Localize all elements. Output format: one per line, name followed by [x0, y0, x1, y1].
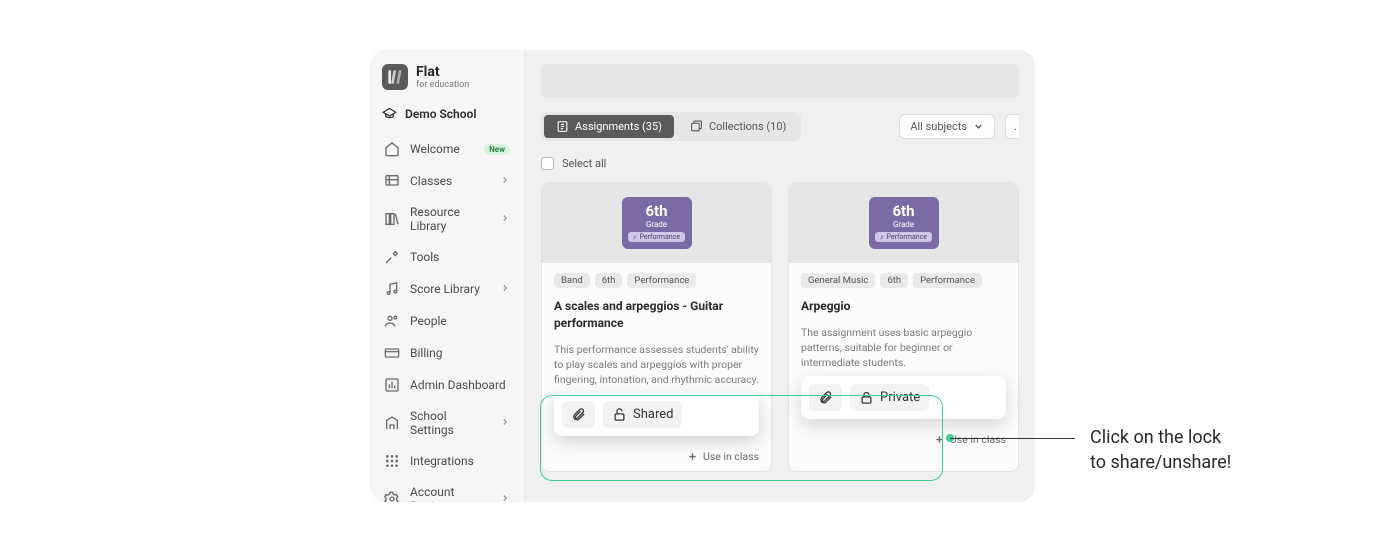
share-toggle[interactable]: Shared: [603, 401, 682, 428]
paperclip-icon: [818, 390, 833, 405]
card-actions: Shared: [554, 393, 759, 436]
chevron-right-icon: [500, 282, 510, 296]
billing-icon: [384, 345, 400, 361]
people-icon: [384, 313, 400, 329]
use-in-class-link[interactable]: Use in class: [950, 433, 1006, 446]
annotation-text: Click on the lock to share/unshare!: [1090, 425, 1231, 475]
card-actions: Private: [801, 376, 1006, 419]
school-switcher[interactable]: Demo School: [378, 100, 516, 133]
sidebar-item-resource-library[interactable]: Resource Library: [378, 197, 516, 241]
dashboard-icon: [384, 377, 400, 393]
select-all-checkbox[interactable]: [541, 157, 554, 170]
score-icon: [384, 281, 400, 297]
tab-label: Collections (10): [709, 120, 786, 133]
card-hero: 6th Grade ♪ Performance: [542, 183, 771, 263]
share-toggle[interactable]: Private: [850, 384, 929, 411]
share-state-label: Shared: [633, 407, 673, 422]
sidebar-item-people[interactable]: People: [378, 305, 516, 337]
tab-label: Assignments (35): [575, 120, 662, 133]
building-icon: [384, 415, 400, 431]
content-tabs: Assignments (35) Collections (10): [541, 112, 801, 141]
lock-open-icon: [612, 407, 627, 422]
card-title: Arpeggio: [801, 298, 1006, 315]
sidebar-item-score-library[interactable]: Score Library: [378, 273, 516, 305]
sidebar-item-label: Integrations: [410, 454, 510, 468]
tag: Performance: [627, 273, 696, 288]
tag: 6th: [595, 273, 623, 288]
select-all-label: Select all: [562, 157, 606, 170]
brand-name: Flat: [416, 65, 469, 79]
gear-icon: [384, 491, 400, 502]
attachment-button[interactable]: [562, 401, 595, 428]
tag: Band: [554, 273, 590, 288]
grid-icon: [384, 453, 400, 469]
plus-icon: [934, 434, 945, 445]
lock-closed-icon: [859, 390, 874, 405]
sidebar-item-label: Admin Dashboard: [410, 378, 510, 392]
performance-pill: ♪ Performance: [875, 232, 932, 242]
brand-logo: Flat for education: [378, 60, 516, 100]
sidebar-item-label: Resource Library: [410, 205, 490, 233]
attachment-button[interactable]: [809, 384, 842, 411]
chevron-right-icon: [500, 174, 510, 188]
card-description: The assignment uses basic arpeggio patte…: [801, 325, 1006, 371]
sidebar-item-label: People: [410, 314, 510, 328]
sidebar: Flat for education Demo School Welcome N…: [370, 50, 525, 502]
sidebar-item-label: Welcome: [410, 142, 474, 156]
filter-cutoff[interactable]: .: [1005, 114, 1019, 139]
tab-collections[interactable]: Collections (10): [678, 115, 798, 138]
card-description: This performance assesses students' abil…: [554, 342, 759, 388]
sidebar-item-label: Billing: [410, 346, 510, 360]
sidebar-item-label: School Settings: [410, 409, 490, 437]
plus-icon: [687, 451, 698, 462]
sidebar-item-account-settings[interactable]: Account Settings: [378, 477, 516, 502]
sidebar-item-welcome[interactable]: Welcome New: [378, 133, 516, 165]
sidebar-item-label: Account Settings: [410, 485, 490, 502]
sidebar-item-label: Score Library: [410, 282, 490, 296]
sidebar-item-integrations[interactable]: Integrations: [378, 445, 516, 477]
tools-icon: [384, 249, 400, 265]
chevron-down-icon: [973, 121, 984, 132]
sidebar-item-school-settings[interactable]: School Settings: [378, 401, 516, 445]
card-hero: 6th Grade ♪ Performance: [789, 183, 1018, 263]
sidebar-item-classes[interactable]: Classes: [378, 165, 516, 197]
performance-pill: ♪ Performance: [628, 232, 685, 242]
brand-subtitle: for education: [416, 81, 469, 90]
chevron-right-icon: [500, 212, 510, 226]
assignment-card[interactable]: 6th Grade ♪ Performance Band 6th Perform…: [541, 182, 772, 472]
school-name: Demo School: [405, 107, 476, 121]
grade-tile: 6th Grade ♪ Performance: [869, 197, 939, 249]
classes-icon: [384, 173, 400, 189]
use-in-class-link[interactable]: Use in class: [703, 450, 759, 463]
tab-assignments[interactable]: Assignments (35): [544, 115, 674, 138]
home-icon: [384, 141, 400, 157]
tag: 6th: [880, 273, 908, 288]
annotation-line: [950, 438, 1075, 439]
paperclip-icon: [571, 407, 586, 422]
tag-row: Band 6th Performance: [554, 273, 759, 288]
tag: Performance: [913, 273, 982, 288]
tag: General Music: [801, 273, 875, 288]
sidebar-item-label: Tools: [410, 250, 510, 264]
sidebar-item-tools[interactable]: Tools: [378, 241, 516, 273]
chevron-right-icon: [500, 492, 510, 502]
sidebar-item-label: Classes: [410, 174, 490, 188]
sidebar-item-billing[interactable]: Billing: [378, 337, 516, 369]
flat-logo-icon: [382, 64, 408, 90]
card-title: A scales and arpeggios - Guitar performa…: [554, 298, 759, 332]
assignment-card[interactable]: 6th Grade ♪ Performance General Music 6t…: [788, 182, 1019, 472]
new-badge: New: [484, 144, 510, 155]
grade-tile: 6th Grade ♪ Performance: [622, 197, 692, 249]
select-all-row[interactable]: Select all: [541, 157, 1019, 170]
sidebar-item-admin[interactable]: Admin Dashboard: [378, 369, 516, 401]
search-skeleton: [541, 64, 1019, 98]
main-content: Assignments (35) Collections (10) All su…: [525, 50, 1035, 502]
library-icon: [384, 211, 400, 227]
tag-row: General Music 6th Performance: [801, 273, 1006, 288]
share-state-label: Private: [880, 390, 920, 405]
chevron-right-icon: [500, 416, 510, 430]
filter-subjects[interactable]: All subjects: [899, 114, 995, 139]
filter-label: All subjects: [910, 120, 967, 133]
